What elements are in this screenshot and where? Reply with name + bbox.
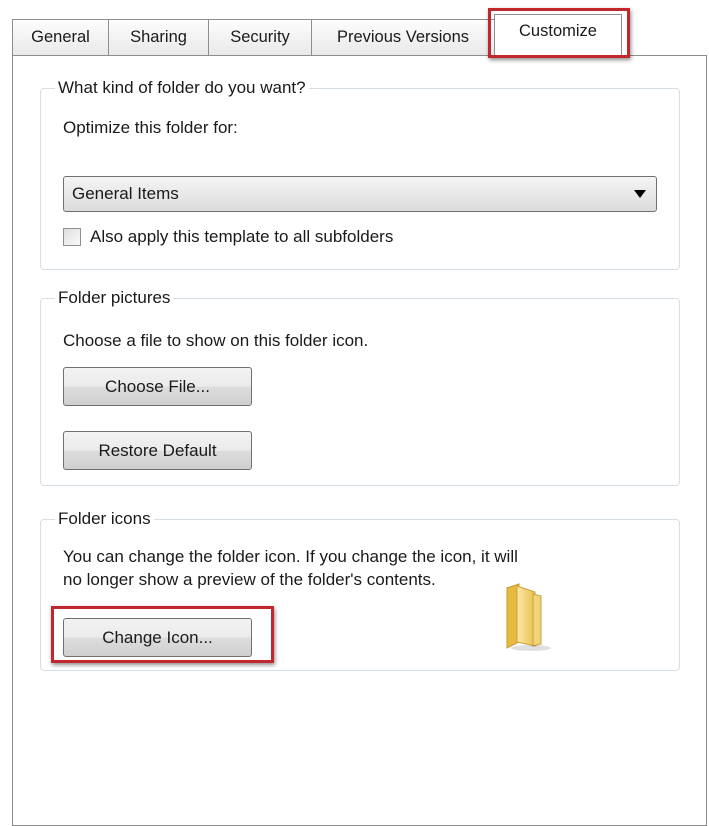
folder-icons-description: You can change the folder icon. If you c…	[63, 545, 663, 591]
dropdown-arrow-icon	[634, 190, 646, 198]
folder-type-legend: What kind of folder do you want?	[58, 78, 306, 97]
folder-pictures-group: Folder pictures Choose a file to show on…	[40, 288, 680, 486]
tab-previous-versions[interactable]: Previous Versions	[311, 19, 495, 55]
optimize-label: Optimize this folder for:	[63, 118, 238, 137]
choose-file-button[interactable]: Choose File...	[63, 367, 252, 406]
tab-customize[interactable]: Customize	[494, 14, 622, 57]
folder-icon	[506, 583, 551, 651]
apply-subfolders-row[interactable]: Also apply this template to all subfolde…	[63, 227, 393, 247]
folder-pictures-legend: Folder pictures	[58, 288, 171, 307]
folder-type-selected-value: General Items	[72, 184, 179, 203]
folder-pictures-description: Choose a file to show on this folder ico…	[63, 331, 369, 350]
folder-icons-description-line1: You can change the folder icon. If you c…	[63, 547, 518, 566]
tab-sharing[interactable]: Sharing	[108, 19, 209, 55]
apply-subfolders-checkbox[interactable]	[63, 228, 81, 246]
apply-subfolders-label: Also apply this template to all subfolde…	[90, 227, 394, 246]
folder-icons-legend: Folder icons	[58, 509, 151, 528]
folder-icons-description-line2: no longer show a preview of the folder's…	[63, 570, 436, 589]
folder-type-group: What kind of folder do you want? Optimiz…	[40, 78, 680, 270]
folder-type-select[interactable]: General Items	[63, 176, 657, 212]
change-icon-button[interactable]: Change Icon...	[63, 618, 252, 657]
restore-default-button[interactable]: Restore Default	[63, 431, 252, 470]
folder-icons-group: Folder icons You can change the folder i…	[40, 509, 680, 671]
tab-strip: General Sharing Security Previous Versio…	[12, 14, 632, 57]
tab-general[interactable]: General	[12, 19, 109, 55]
tab-security[interactable]: Security	[208, 19, 312, 55]
customize-panel: What kind of folder do you want? Optimiz…	[12, 55, 707, 826]
